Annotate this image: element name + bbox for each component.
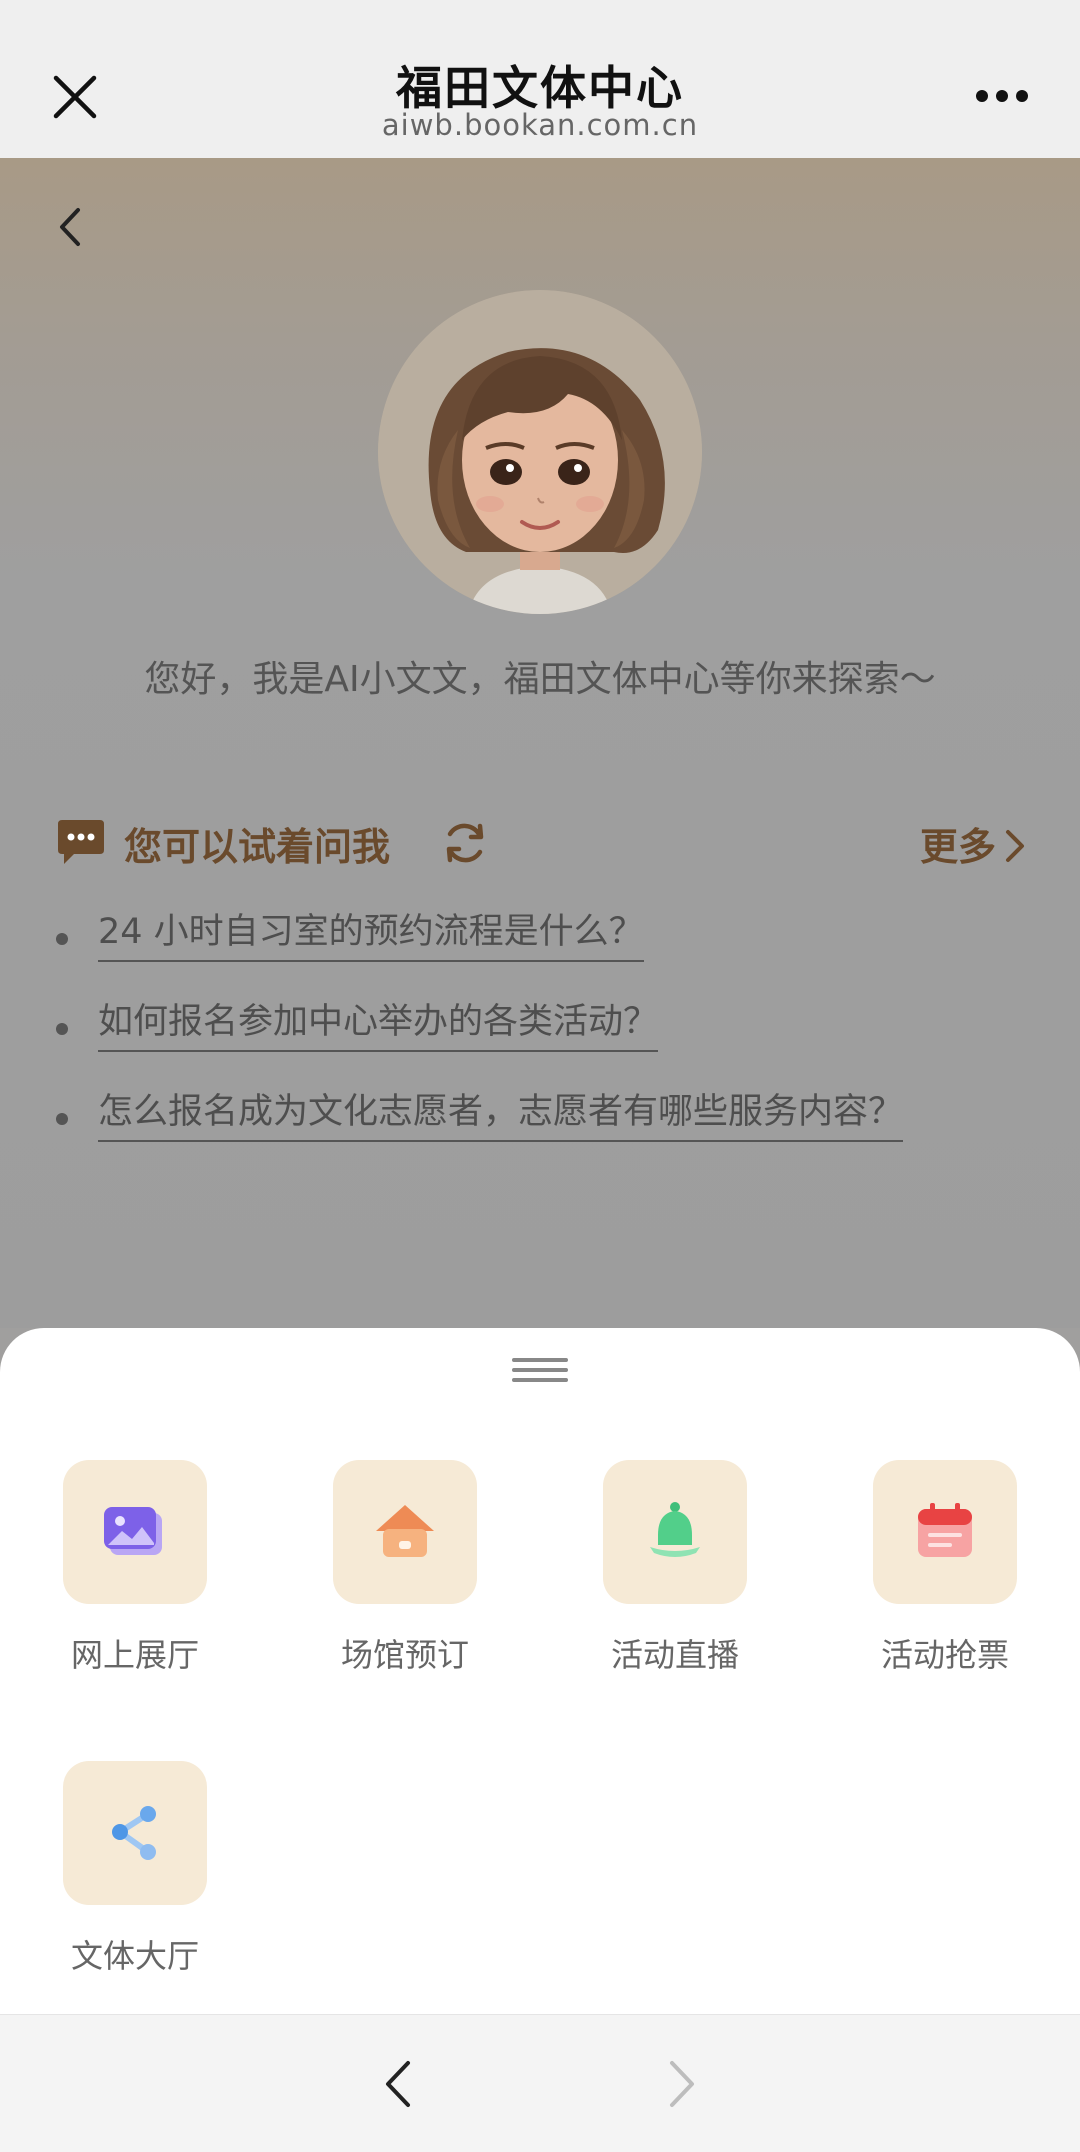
share-icon	[112, 1806, 156, 1860]
suggestion-header: 您可以试着问我 更多	[56, 808, 1026, 878]
bottom-sheet: 网上展厅 场馆预订 活动直播 活动抢票 文体大厅	[0, 1328, 1080, 2014]
bullet	[56, 933, 68, 945]
refresh-icon[interactable]	[440, 818, 490, 868]
house-icon	[376, 1505, 434, 1557]
bell-icon	[650, 1502, 700, 1557]
drag-handle-icon[interactable]	[510, 1354, 570, 1388]
tile	[63, 1761, 207, 1905]
list-item[interactable]: 怎么报名成为文化志愿者，志愿者有哪些服务内容？	[56, 1083, 1036, 1173]
more-suggestions-link[interactable]: 更多	[920, 816, 1026, 871]
calendar-icon	[918, 1503, 972, 1557]
menu-item-label: 网上展厅	[70, 1636, 199, 1674]
menu-item-online-gallery[interactable]: 网上展厅	[28, 1460, 228, 1700]
top-bar: 福田文体中心 aiwb.bookan.com.cn	[0, 0, 1080, 158]
suggestion-title: 您可以试着问我	[124, 825, 391, 869]
assistant-avatar	[378, 290, 702, 614]
menu-item-ticket-grab[interactable]: 活动抢票	[838, 1460, 1038, 1700]
assistant-home: 您好，我是AI小文文，福田文体中心等你来探索～ 您可以试着问我 更多 24 小时…	[0, 158, 1080, 1328]
menu-item-label: 场馆预订	[340, 1636, 469, 1674]
tile	[63, 1460, 207, 1604]
bullet	[56, 1113, 68, 1125]
greeting-text: 您好，我是AI小文文，福田文体中心等你来探索～	[144, 659, 936, 700]
list-item[interactable]: 24 小时自习室的预约流程是什么？	[56, 903, 1036, 993]
question-link[interactable]: 24 小时自习室的预约流程是什么？	[98, 903, 644, 962]
back-icon[interactable]	[52, 202, 88, 252]
menu-item-label: 文体大厅	[70, 1937, 199, 1975]
chat-bubble-icon	[58, 820, 104, 864]
suggested-questions: 24 小时自习室的预约流程是什么？ 如何报名参加中心举办的各类活动？ 怎么报名成…	[56, 903, 1036, 1173]
nav-back-icon[interactable]	[380, 2057, 416, 2111]
nav-forward-icon[interactable]	[664, 2057, 700, 2111]
tile	[873, 1460, 1017, 1604]
tile	[603, 1460, 747, 1604]
tile	[333, 1460, 477, 1604]
gallery-icon	[104, 1507, 162, 1555]
menu-item-venue-booking[interactable]: 场馆预订	[298, 1460, 498, 1700]
question-link[interactable]: 如何报名参加中心举办的各类活动？	[98, 993, 659, 1052]
list-item[interactable]: 如何报名参加中心举办的各类活动？	[56, 993, 1036, 1083]
menu-item-live-stream[interactable]: 活动直播	[568, 1460, 768, 1700]
more-options-icon[interactable]	[974, 88, 1030, 104]
bullet	[56, 1023, 68, 1035]
menu-item-culture-hall[interactable]: 文体大厅	[28, 1761, 228, 2001]
page-url: aiwb.bookan.com.cn	[381, 108, 699, 142]
menu-item-label: 活动直播	[610, 1636, 739, 1674]
chevron-right-icon	[1006, 830, 1024, 862]
menu-item-label: 活动抢票	[880, 1636, 1009, 1674]
browser-nav-bar	[0, 2014, 1080, 2152]
question-link[interactable]: 怎么报名成为文化志愿者，志愿者有哪些服务内容？	[98, 1083, 904, 1142]
more-label: 更多	[919, 825, 996, 869]
